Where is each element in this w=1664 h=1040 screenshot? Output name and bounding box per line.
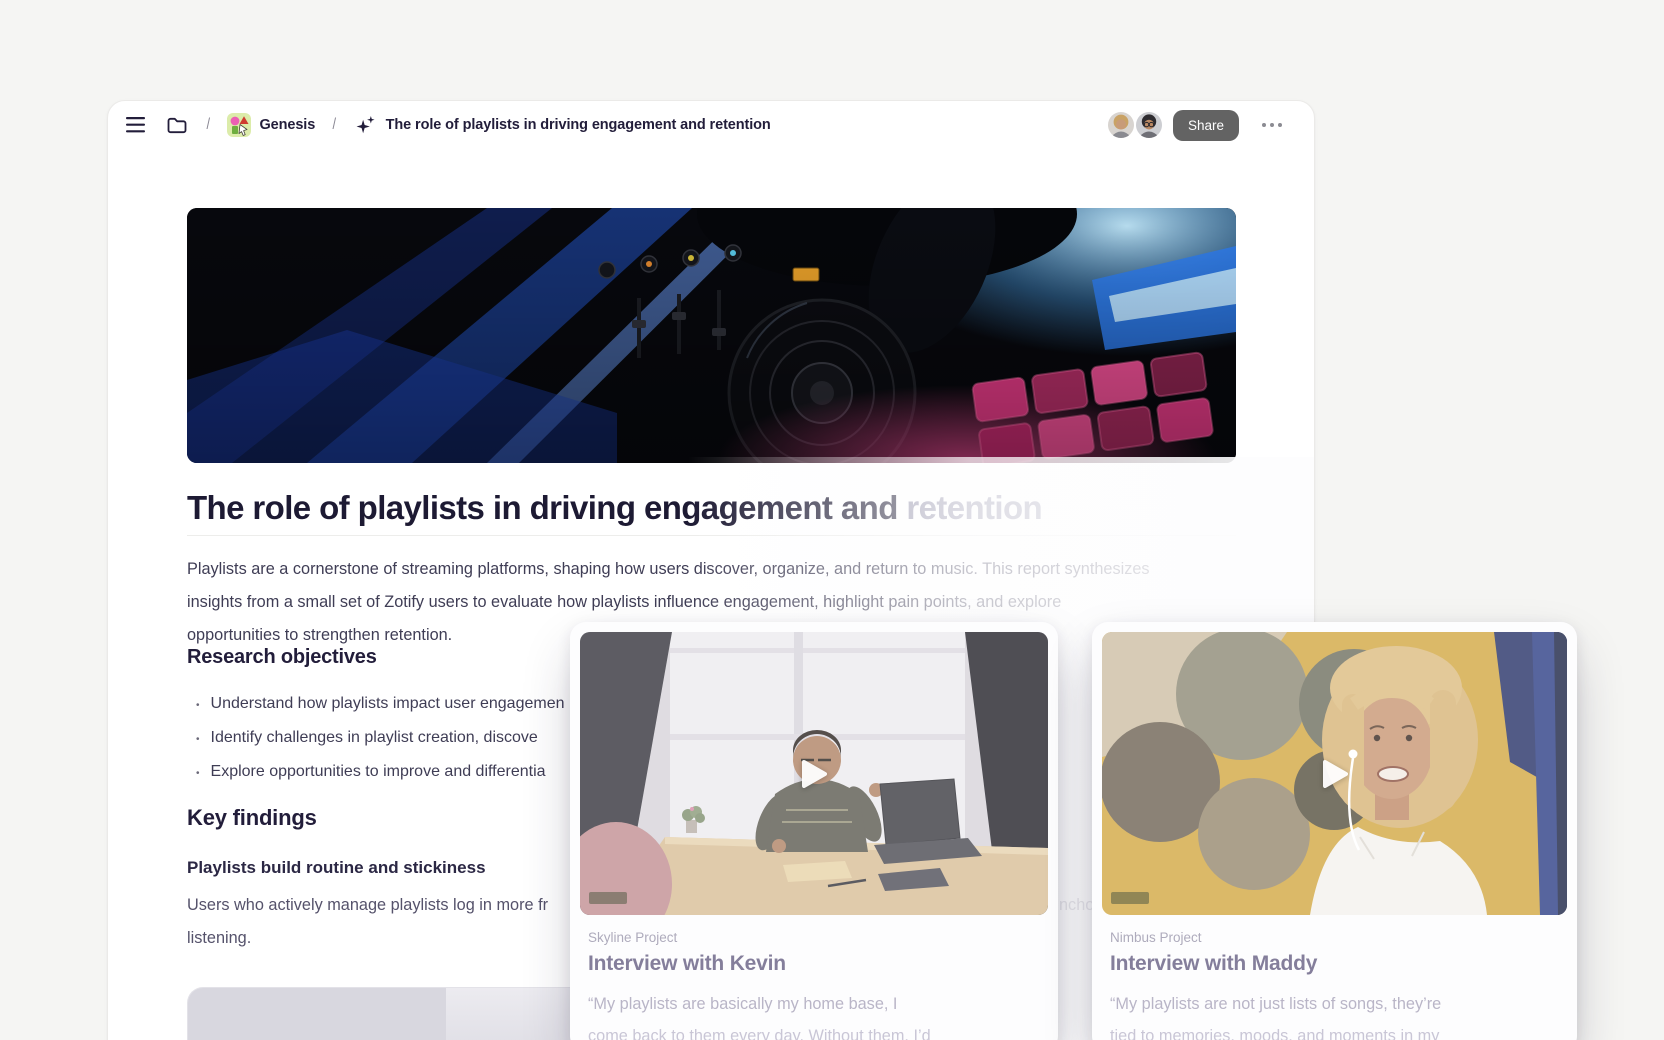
sparkle-icon	[354, 113, 378, 137]
document-name: The role of playlists in driving engagem…	[386, 117, 771, 133]
card-quote: “My playlists are basically my home base…	[588, 988, 1048, 1040]
video-thumbnail-kevin[interactable]	[580, 632, 1048, 915]
topbar-actions: Share	[1108, 101, 1288, 149]
screenshot-stage: / Genesis / The role of playlists in dri…	[0, 0, 1664, 1040]
key-findings-paragraph-fragment: ncho	[1059, 896, 1094, 915]
key-findings-subheading: Playlists build routine and stickiness	[187, 858, 486, 878]
avatar[interactable]	[1136, 112, 1162, 138]
list-item: •Identify challenges in playlist creatio…	[196, 729, 564, 763]
overflow-menu-icon[interactable]	[1256, 117, 1288, 133]
play-icon[interactable]	[801, 759, 827, 789]
video-card-kevin[interactable]: Skyline Project Interview with Kevin “My…	[570, 622, 1058, 1040]
breadcrumb-separator: /	[206, 116, 210, 134]
card-quote: “My playlists are not just lists of song…	[1110, 988, 1567, 1040]
folder-icon[interactable]	[165, 113, 189, 137]
share-button[interactable]: Share	[1173, 110, 1239, 141]
video-thumbnail-maddy[interactable]	[1102, 632, 1567, 915]
research-objectives-heading: Research objectives	[187, 646, 377, 669]
page-title-faded-word: retention	[906, 489, 1042, 526]
breadcrumb-document[interactable]: The role of playlists in driving engagem…	[354, 113, 771, 137]
avatar[interactable]	[1108, 112, 1134, 138]
page-title: The role of playlists in driving engagem…	[187, 489, 1042, 527]
breadcrumb-workspace[interactable]: Genesis	[227, 113, 315, 137]
key-findings-paragraph-line: Users who actively manage playlists log …	[187, 896, 548, 915]
video-card-maddy[interactable]: Nimbus Project Interview with Maddy “My …	[1092, 622, 1577, 1040]
video-watermark-badge	[589, 892, 627, 904]
list-item: •Explore opportunities to improve and di…	[196, 763, 564, 797]
card-title: Interview with Maddy	[1110, 952, 1567, 976]
list-item: •Understand how playlists impact user en…	[196, 695, 564, 729]
title-divider	[187, 535, 1236, 536]
genesis-workspace-icon	[227, 113, 251, 137]
video-watermark-badge	[1111, 892, 1149, 904]
breadcrumb-separator: /	[333, 116, 337, 134]
play-icon[interactable]	[1322, 759, 1348, 789]
key-findings-paragraph-line: listening.	[187, 929, 251, 948]
topbar: / Genesis / The role of playlists in dri…	[124, 101, 771, 149]
key-findings-heading: Key findings	[187, 805, 317, 831]
workspace-name: Genesis	[259, 117, 315, 133]
hamburger-menu-icon[interactable]	[124, 113, 148, 137]
card-project-label: Skyline Project	[588, 930, 1048, 945]
hero-image	[187, 208, 1236, 463]
research-objectives-list: •Understand how playlists impact user en…	[196, 695, 564, 797]
collaborator-avatars	[1108, 112, 1162, 138]
card-project-label: Nimbus Project	[1110, 930, 1567, 945]
card-title: Interview with Kevin	[588, 952, 1048, 976]
